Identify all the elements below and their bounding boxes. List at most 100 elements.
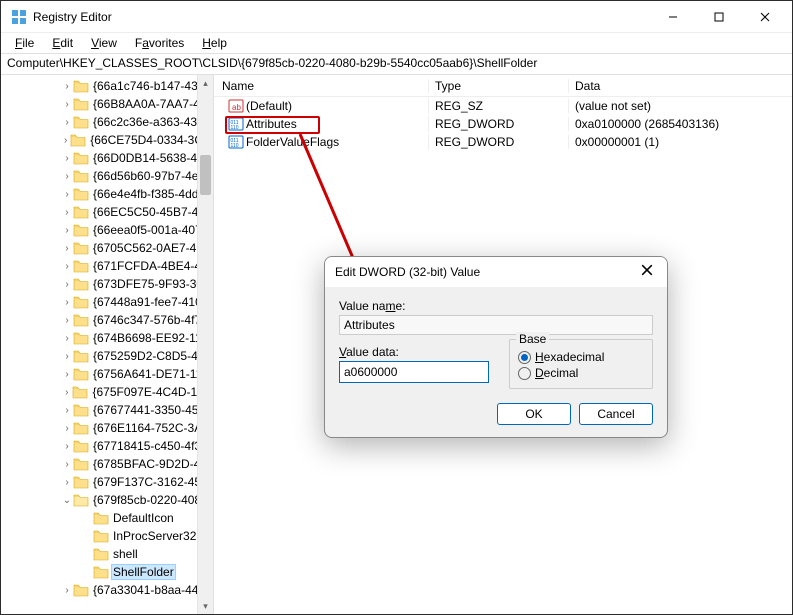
tree-label: {6756A641-DE71-11c xyxy=(91,366,210,382)
tree-scrollbar[interactable]: ▴ ▾ xyxy=(197,75,213,614)
tree-label: {67a33041-b8aa-44 xyxy=(91,582,200,598)
chevron-icon[interactable]: › xyxy=(61,333,73,344)
tree-item[interactable]: ›{675F097E-4C4D-11E xyxy=(1,383,213,401)
tree-item[interactable]: ›{671FCFDA-4BE4-43 xyxy=(1,257,213,275)
cancel-button[interactable]: Cancel xyxy=(579,403,653,425)
ok-button[interactable]: OK xyxy=(497,403,571,425)
window-title: Registry Editor xyxy=(33,10,650,24)
chevron-icon[interactable]: › xyxy=(61,117,73,128)
close-button[interactable] xyxy=(742,2,788,32)
chevron-icon[interactable]: › xyxy=(61,387,72,398)
chevron-icon[interactable]: › xyxy=(61,225,73,236)
scroll-down-icon[interactable]: ▾ xyxy=(198,598,213,614)
chevron-icon[interactable]: › xyxy=(61,585,73,596)
chevron-icon[interactable]: › xyxy=(61,405,73,416)
tree-item[interactable]: ›{66CE75D4-0334-3CA xyxy=(1,131,213,149)
chevron-icon[interactable]: › xyxy=(61,171,73,182)
chevron-icon[interactable]: › xyxy=(61,423,73,434)
chevron-icon[interactable]: › xyxy=(61,279,73,290)
tree-item[interactable]: ›{6705C562-0AE7-49E xyxy=(1,239,213,257)
tree-item[interactable]: ›{66eea0f5-001a-4073 xyxy=(1,221,213,239)
list-row[interactable]: ab(Default)REG_SZ(value not set) xyxy=(214,97,792,115)
tree-item[interactable]: DefaultIcon xyxy=(1,509,213,527)
chevron-icon[interactable]: › xyxy=(61,153,73,164)
chevron-icon[interactable]: › xyxy=(61,261,73,272)
tree-item[interactable]: ›{673DFE75-9F93-304 xyxy=(1,275,213,293)
value-data-label: Value data: xyxy=(339,345,489,359)
tree-label: {66a1c746-b147-43b xyxy=(91,78,206,94)
chevron-icon[interactable]: › xyxy=(61,207,73,218)
chevron-icon[interactable]: › xyxy=(61,441,73,452)
col-type[interactable]: Type xyxy=(429,79,569,93)
chevron-icon[interactable]: › xyxy=(61,81,73,92)
dword-value-icon: 011110 xyxy=(228,116,244,132)
menu-view[interactable]: View xyxy=(83,34,125,52)
radio-decimal[interactable]: Decimal xyxy=(518,366,644,380)
dialog-titlebar[interactable]: Edit DWORD (32-bit) Value xyxy=(325,257,667,287)
list-header[interactable]: Name Type Data xyxy=(214,75,792,97)
tree-item[interactable]: ›{66D0DB14-5638-475 xyxy=(1,149,213,167)
tree-item[interactable]: › {66c2c36e-a363-434c xyxy=(1,113,213,131)
tree-label: {67677441-3350-45b xyxy=(91,402,207,418)
tree-item[interactable]: InProcServer32 xyxy=(1,527,213,545)
chevron-icon[interactable]: › xyxy=(61,459,73,470)
tree-item[interactable]: ⌄{679f85cb-0220-4080 xyxy=(1,491,213,509)
tree-item[interactable]: shell xyxy=(1,545,213,563)
menu-edit[interactable]: Edit xyxy=(44,34,81,52)
value-data-input[interactable] xyxy=(339,361,489,383)
chevron-icon[interactable]: › xyxy=(61,243,73,254)
chevron-icon[interactable]: › xyxy=(61,369,73,380)
titlebar[interactable]: Registry Editor xyxy=(1,1,792,33)
address-bar[interactable]: Computer\HKEY_CLASSES_ROOT\CLSID\{679f85… xyxy=(1,53,792,75)
tree-item[interactable]: › {6785BFAC-9D2D-4b xyxy=(1,455,213,473)
tree-item[interactable]: ›{6746c347-576b-4f73 xyxy=(1,311,213,329)
tree-label: {6785BFAC-9D2D-4b xyxy=(91,456,209,472)
tree-item[interactable]: › {66a1c746-b147-43b xyxy=(1,77,213,95)
tree-item[interactable]: ›{675259D2-C8D5-4A xyxy=(1,347,213,365)
chevron-icon[interactable]: › xyxy=(61,99,73,110)
dialog-close-button[interactable] xyxy=(637,263,657,281)
tree-item[interactable]: › {67a33041-b8aa-44 xyxy=(1,581,213,599)
chevron-icon[interactable]: › xyxy=(61,351,73,362)
tree-item[interactable]: ShellFolder xyxy=(1,563,213,581)
tree-item[interactable]: ›{66d56b60-97b7-4e6 xyxy=(1,167,213,185)
tree-item[interactable]: › {67677441-3350-45b xyxy=(1,401,213,419)
tree-item[interactable]: ›{67448a91-fee7-410c xyxy=(1,293,213,311)
chevron-icon[interactable]: › xyxy=(61,135,70,146)
folder-icon xyxy=(73,475,89,489)
chevron-icon[interactable]: › xyxy=(61,297,73,308)
tree-item[interactable]: ›{66e4e4fb-f385-4dd0 xyxy=(1,185,213,203)
tree-item[interactable]: ›{676E1164-752C-3A7 xyxy=(1,419,213,437)
tree-item[interactable]: › {6756A641-DE71-11c xyxy=(1,365,213,383)
tree-item[interactable]: ›{679F137C-3162-45d xyxy=(1,473,213,491)
edit-dword-dialog[interactable]: Edit DWORD (32-bit) Value Value name: At… xyxy=(324,256,668,438)
value-name-label: Value name: xyxy=(339,299,653,313)
col-name[interactable]: Name xyxy=(214,79,429,93)
tree-item[interactable]: ›{67718415-c450-4f3c xyxy=(1,437,213,455)
value-data: 0x00000001 (1) xyxy=(569,135,792,149)
menu-favorites[interactable]: Favorites xyxy=(127,34,192,52)
chevron-icon[interactable]: › xyxy=(61,315,73,326)
tree-item[interactable]: ›{66EC5C50-45B7-48c xyxy=(1,203,213,221)
col-data[interactable]: Data xyxy=(569,79,792,93)
list-row[interactable]: 011110FolderValueFlagsREG_DWORD0x0000000… xyxy=(214,133,792,151)
chevron-icon[interactable]: › xyxy=(61,477,73,488)
maximize-button[interactable] xyxy=(696,2,742,32)
folder-icon xyxy=(73,439,89,453)
tree-label: shell xyxy=(111,546,140,562)
chevron-icon[interactable]: › xyxy=(61,189,73,200)
value-name-field[interactable]: Attributes xyxy=(339,315,653,335)
tree-pane[interactable]: ›{66a1c746-b147-43b›{66B8AA0A-7AA7-4E›{6… xyxy=(1,75,214,614)
tree-item[interactable]: ›{674B6698-EE92-11D xyxy=(1,329,213,347)
menu-file[interactable]: File xyxy=(7,34,42,52)
list-row[interactable]: 011110AttributesREG_DWORD0xa0100000 (268… xyxy=(214,115,792,133)
minimize-button[interactable] xyxy=(650,2,696,32)
tree-label: {66c2c36e-a363-434c xyxy=(91,114,212,130)
menu-help[interactable]: Help xyxy=(194,34,235,52)
folder-icon xyxy=(73,457,89,471)
tree-item[interactable]: ›{66B8AA0A-7AA7-4E xyxy=(1,95,213,113)
scroll-thumb[interactable] xyxy=(200,155,211,195)
chevron-icon[interactable]: ⌄ xyxy=(61,495,73,506)
radio-hexadecimal[interactable]: Hexadecimal xyxy=(518,350,644,364)
scroll-up-icon[interactable]: ▴ xyxy=(198,75,213,91)
